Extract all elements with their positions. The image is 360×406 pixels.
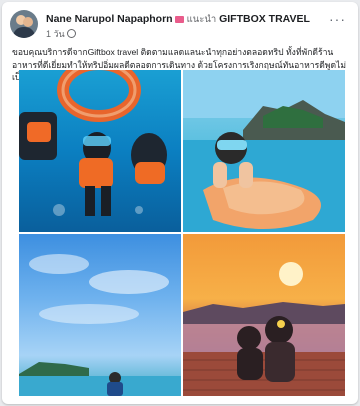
photo-snorkeler-island[interactable]: [183, 70, 345, 232]
more-options-button[interactable]: ···: [329, 12, 346, 26]
post-author-line: Nane Narupol Napaphorn แนะนำ GIFTBOX TRAV…: [46, 12, 310, 27]
post-meta: 1 วัน: [46, 27, 76, 41]
photo-beach-sky[interactable]: [19, 234, 181, 396]
author-avatar[interactable]: [10, 10, 38, 38]
photo-sunset-pier[interactable]: [183, 234, 345, 396]
photo-snorkelers-underwater[interactable]: [19, 70, 181, 232]
facebook-post-card: Nane Narupol Napaphorn แนะนำ GIFTBOX TRAV…: [2, 2, 358, 404]
author-name[interactable]: Nane Narupol Napaphorn: [46, 13, 173, 25]
post-header: Nane Narupol Napaphorn แนะนำ GIFTBOX TRAV…: [10, 10, 350, 40]
with-label: แนะนำ: [186, 14, 217, 25]
globe-icon: [66, 29, 76, 38]
flag-icon: [174, 15, 184, 23]
post-time[interactable]: 1 วัน: [46, 29, 65, 39]
partner-page-name[interactable]: GIFTBOX TRAVEL: [219, 13, 310, 25]
